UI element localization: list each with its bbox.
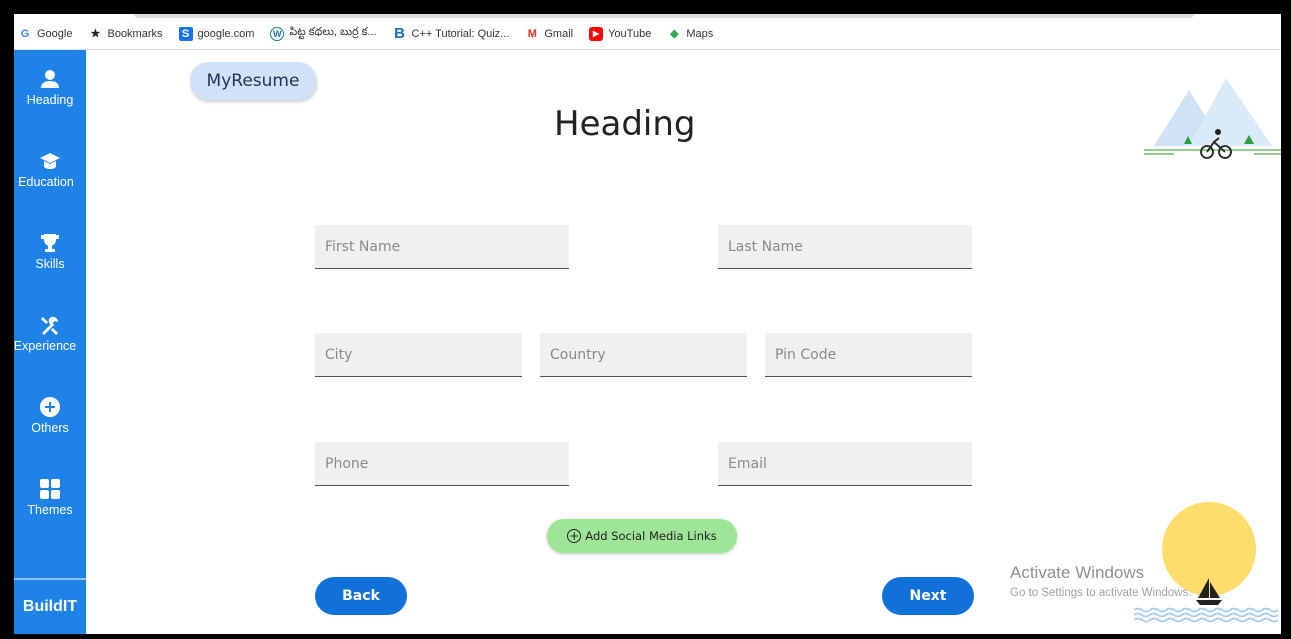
city-input[interactable] — [315, 333, 522, 376]
email-field[interactable] — [718, 442, 972, 486]
bookmark-gmail[interactable]: M Gmail — [525, 27, 573, 41]
bookmarks-bar: G Google ★ Bookmarks S google.com W పిట్… — [14, 18, 1281, 50]
myresume-logo[interactable]: MyResume — [190, 62, 316, 100]
youtube-icon: ▶ — [589, 26, 604, 41]
country-input[interactable] — [540, 333, 747, 376]
trophy-icon — [39, 232, 61, 254]
pin-code-field[interactable] — [765, 333, 972, 377]
browser-window: G Google ★ Bookmarks S google.com W పిట్… — [14, 14, 1281, 634]
first-name-input[interactable] — [315, 225, 569, 268]
star-icon: ★ — [90, 28, 101, 40]
plus-circle-icon: + — [567, 529, 582, 543]
page-title: Heading — [554, 104, 696, 144]
plus-circle-icon — [39, 396, 61, 418]
sidebar: Heading Education Skills Experience Othe… — [14, 50, 86, 634]
bookmark-google-com[interactable]: S google.com — [178, 26, 255, 41]
bookmark-label: YouTube — [608, 27, 652, 40]
sidebar-item-experience[interactable]: Experience — [14, 314, 86, 376]
watermark-title: Activate Windows — [1010, 563, 1145, 582]
bookmark-label: Google — [37, 27, 73, 40]
waves-illustration — [1134, 607, 1279, 623]
pin-code-input[interactable] — [765, 333, 972, 376]
site-icon: S — [178, 26, 193, 41]
bookmark-youtube[interactable]: ▶ YouTube — [589, 26, 652, 41]
next-button[interactable]: Next — [882, 577, 974, 615]
brand-logo[interactable]: BuildIT — [14, 578, 86, 634]
google-icon: G — [20, 27, 30, 40]
bookmark-bookmarks[interactable]: ★ Bookmarks — [88, 27, 163, 41]
sidebar-item-label: Skills — [35, 257, 65, 271]
graduation-cap-icon — [39, 150, 61, 172]
sailboat-icon — [1196, 578, 1222, 605]
bookmark-label: పిట్ట కథలు, బుర్ర క... — [289, 26, 377, 38]
phone-field[interactable] — [315, 442, 569, 486]
sidebar-item-label: Themes — [27, 503, 73, 517]
sidebar-item-label: Heading — [26, 93, 74, 107]
windows-activation-watermark: Activate Windows Go to Settings to activ… — [1010, 563, 1192, 599]
sidebar-item-education[interactable]: Education — [14, 150, 86, 212]
mountain-cyclist-illustration — [1144, 78, 1281, 159]
phone-input[interactable] — [315, 442, 569, 485]
bookmark-label: Maps — [686, 27, 714, 40]
last-name-field[interactable] — [718, 225, 972, 269]
last-name-input[interactable] — [718, 225, 972, 268]
tools-icon — [39, 314, 61, 336]
city-field[interactable] — [315, 333, 522, 377]
bookmark-label: C++ Tutorial: Quiz... — [411, 27, 510, 40]
email-input[interactable] — [718, 442, 972, 485]
bookmark-google[interactable]: G Google — [18, 27, 73, 41]
sidebar-item-others[interactable]: Others — [14, 396, 86, 458]
gmail-icon: M — [527, 27, 537, 40]
bookmark-label: Gmail — [544, 27, 574, 40]
sidebar-item-skills[interactable]: Skills — [14, 232, 86, 294]
bookmark-label: Bookmarks — [107, 27, 163, 40]
first-name-field[interactable] — [315, 225, 569, 269]
b-icon: B — [394, 25, 405, 42]
bookmark-wordpress[interactable]: W పిట్ట కథలు, బుర్ర క... — [270, 26, 377, 41]
person-icon — [39, 68, 61, 90]
sidebar-item-heading[interactable]: Heading — [14, 68, 86, 130]
country-field[interactable] — [540, 333, 747, 377]
sidebar-item-label: Others — [31, 421, 69, 435]
wordpress-icon: W — [270, 26, 285, 41]
bookmark-maps[interactable]: ◆ Maps — [667, 27, 713, 41]
add-social-media-links-button[interactable]: + Add Social Media Links — [547, 519, 737, 553]
maps-icon: ◆ — [670, 28, 679, 40]
grid-icon — [39, 478, 61, 500]
sidebar-item-label: Education — [18, 175, 74, 189]
sidebar-item-label: Experience — [14, 339, 77, 353]
bookmark-label: google.com — [197, 27, 255, 40]
bookmark-cpp-tutorial[interactable]: B C++ Tutorial: Quiz... — [393, 25, 510, 42]
watermark-subtitle: Go to Settings to activate Windows. — [1010, 587, 1192, 599]
back-button[interactable]: Back — [315, 577, 407, 615]
social-button-label: Add Social Media Links — [585, 529, 717, 543]
sidebar-item-themes[interactable]: Themes — [14, 478, 86, 540]
